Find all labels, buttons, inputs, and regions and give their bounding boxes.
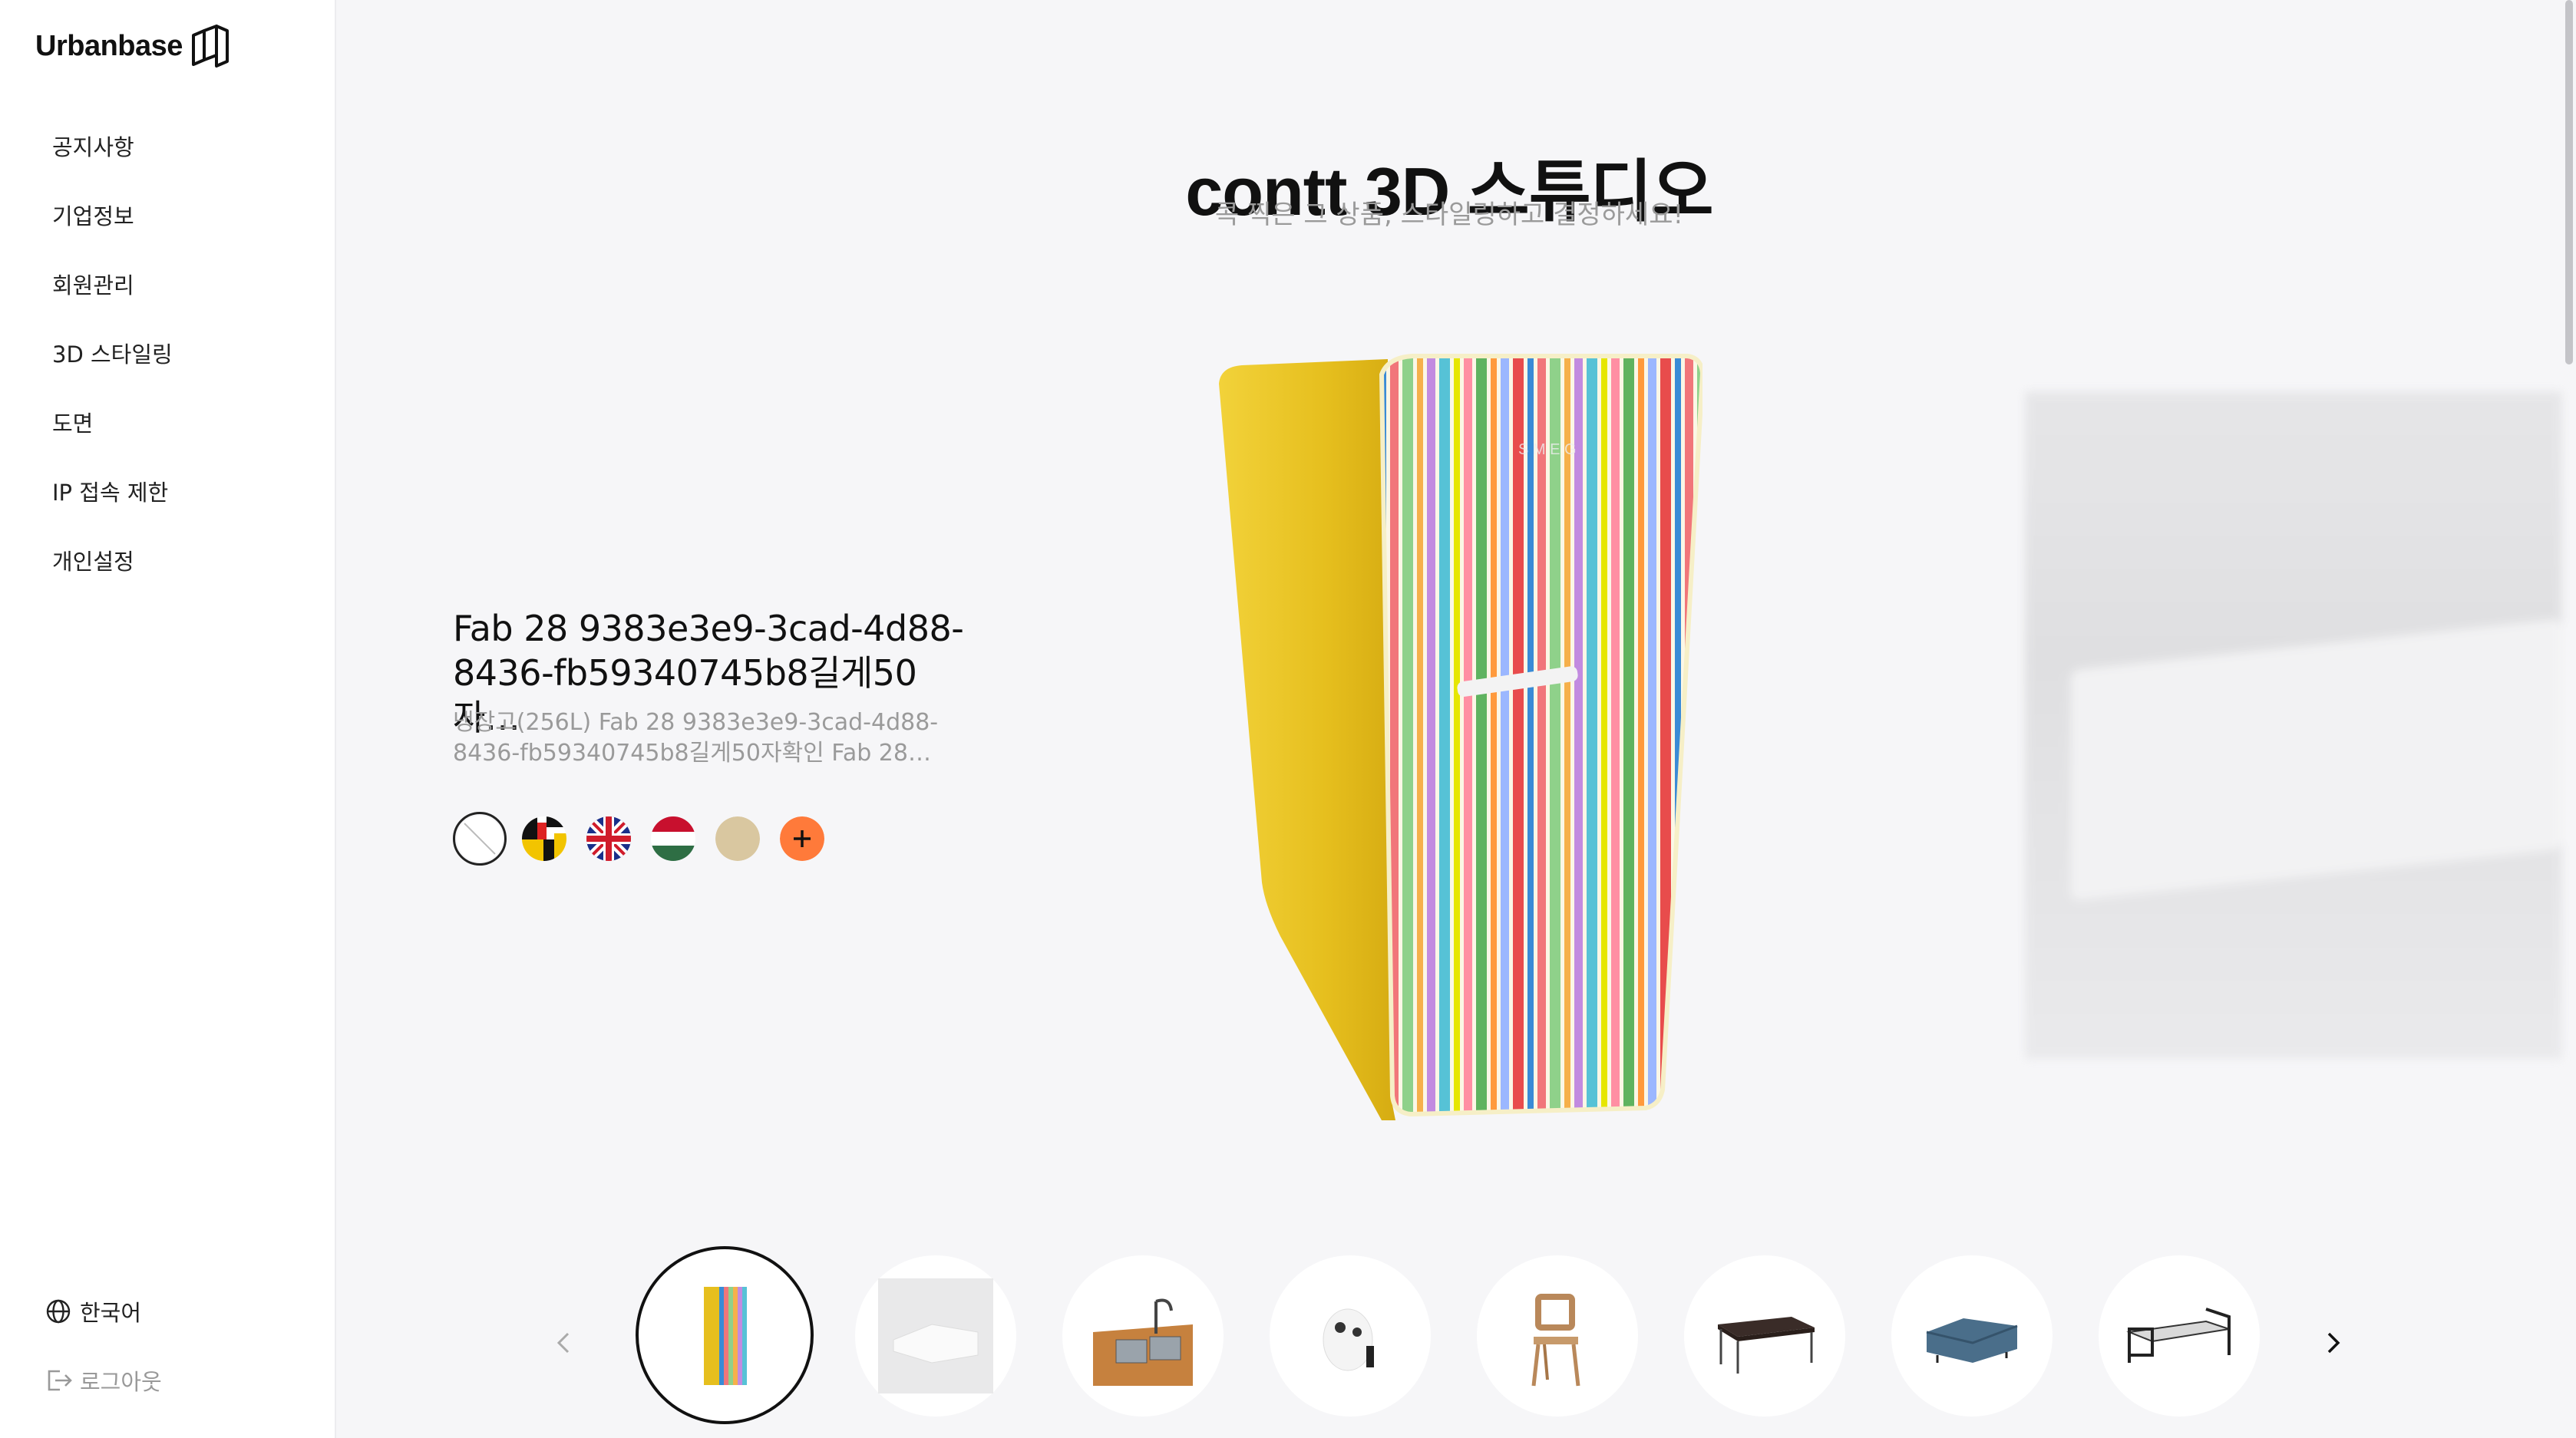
hungary-flag-swatch-icon[interactable]	[651, 816, 695, 861]
add-color-button[interactable]	[780, 816, 824, 861]
globe-icon	[46, 1299, 71, 1324]
sidebar-item-notices[interactable]: 공지사항	[52, 130, 173, 200]
urbanbase-logo[interactable]: Urbanbase	[35, 23, 230, 69]
carousel-item-wooden-chair[interactable]	[1477, 1255, 1638, 1417]
sidebar-item-company-info[interactable]: 기업정보	[52, 200, 173, 269]
sidebar-item-ip-restriction[interactable]: IP 접속 제한	[52, 476, 173, 545]
carousel-item-air-fryer[interactable]	[1270, 1255, 1431, 1417]
coffee-table-thumbnail	[1718, 1317, 1815, 1374]
union-jack-swatch-icon[interactable]	[586, 816, 631, 861]
language-selector[interactable]: 한국어	[45, 1295, 141, 1328]
studio-main: contt 3D 스튜디오 콕 찍은 그 상품, 스타일링하고 결정하세요! F…	[336, 0, 2576, 1438]
sidebar: Urbanbase 공지사항 기업정보 회원관리 3D 스타일링 도면 IP 접…	[0, 0, 336, 1438]
product-3d-view[interactable]: S M E G	[1211, 353, 1702, 1128]
carousel-item-metal-bed[interactable]	[2099, 1255, 2260, 1417]
product-carousel	[336, 1228, 2576, 1438]
sidebar-item-floorplan[interactable]: 도면	[52, 407, 173, 476]
metal-bed-thumbnail	[2126, 1308, 2231, 1363]
no-color-icon[interactable]	[453, 812, 507, 866]
logout-label: 로그아웃	[80, 1369, 162, 1395]
logo-mark-icon	[191, 25, 229, 68]
carousel-item-blue-sofa[interactable]	[1891, 1255, 2053, 1417]
sidebar-item-personal-settings[interactable]: 개인설정	[52, 545, 173, 614]
carousel-item-kitchen-sink[interactable]	[1062, 1255, 1224, 1417]
fridge-thumbnail	[704, 1287, 747, 1385]
page-subtitle: 콕 찍은 그 상품, 스타일링하고 결정하세요!	[1214, 200, 1684, 230]
sidebar-item-members[interactable]: 회원관리	[52, 269, 173, 338]
sidebar-item-3d-styling[interactable]: 3D 스타일링	[52, 338, 173, 407]
wooden-chair-thumbnail	[1531, 1294, 1580, 1387]
carousel-item-white-sofa[interactable]	[855, 1255, 1016, 1417]
chevron-right-icon[interactable]	[2318, 1328, 2349, 1358]
white-sofa-thumbnail	[878, 1278, 993, 1393]
room-background-preview	[2025, 391, 2562, 1059]
chevron-left-icon[interactable]	[548, 1328, 579, 1358]
svg-text:S M E G: S M E G	[1518, 441, 1577, 458]
scrollbar-thumb[interactable]	[2565, 0, 2573, 364]
carousel-item-fridge[interactable]	[636, 1246, 814, 1424]
plus-icon	[780, 816, 824, 861]
pattern-swatch-icon[interactable]	[522, 816, 566, 861]
blue-sofa-thumbnail	[1926, 1318, 2018, 1363]
beige-swatch-icon[interactable]	[715, 816, 760, 861]
sidebar-nav: 공지사항 기업정보 회원관리 3D 스타일링 도면 IP 접속 제한 개인설정	[52, 130, 173, 614]
product-description: 냉장고(256L) Fab 28 9383e3e9-3cad-4d88-8436…	[453, 709, 939, 767]
kitchen-sink-thumbnail	[1093, 1286, 1193, 1386]
language-label: 한국어	[80, 1300, 142, 1326]
logout-button[interactable]: 로그아웃	[45, 1364, 162, 1397]
color-swatch-list	[453, 812, 844, 866]
logout-icon	[48, 1370, 72, 1391]
carousel-item-coffee-table[interactable]	[1684, 1255, 1845, 1417]
air-fryer-thumbnail	[1323, 1308, 1374, 1371]
logo-text: Urbanbase	[35, 29, 183, 62]
